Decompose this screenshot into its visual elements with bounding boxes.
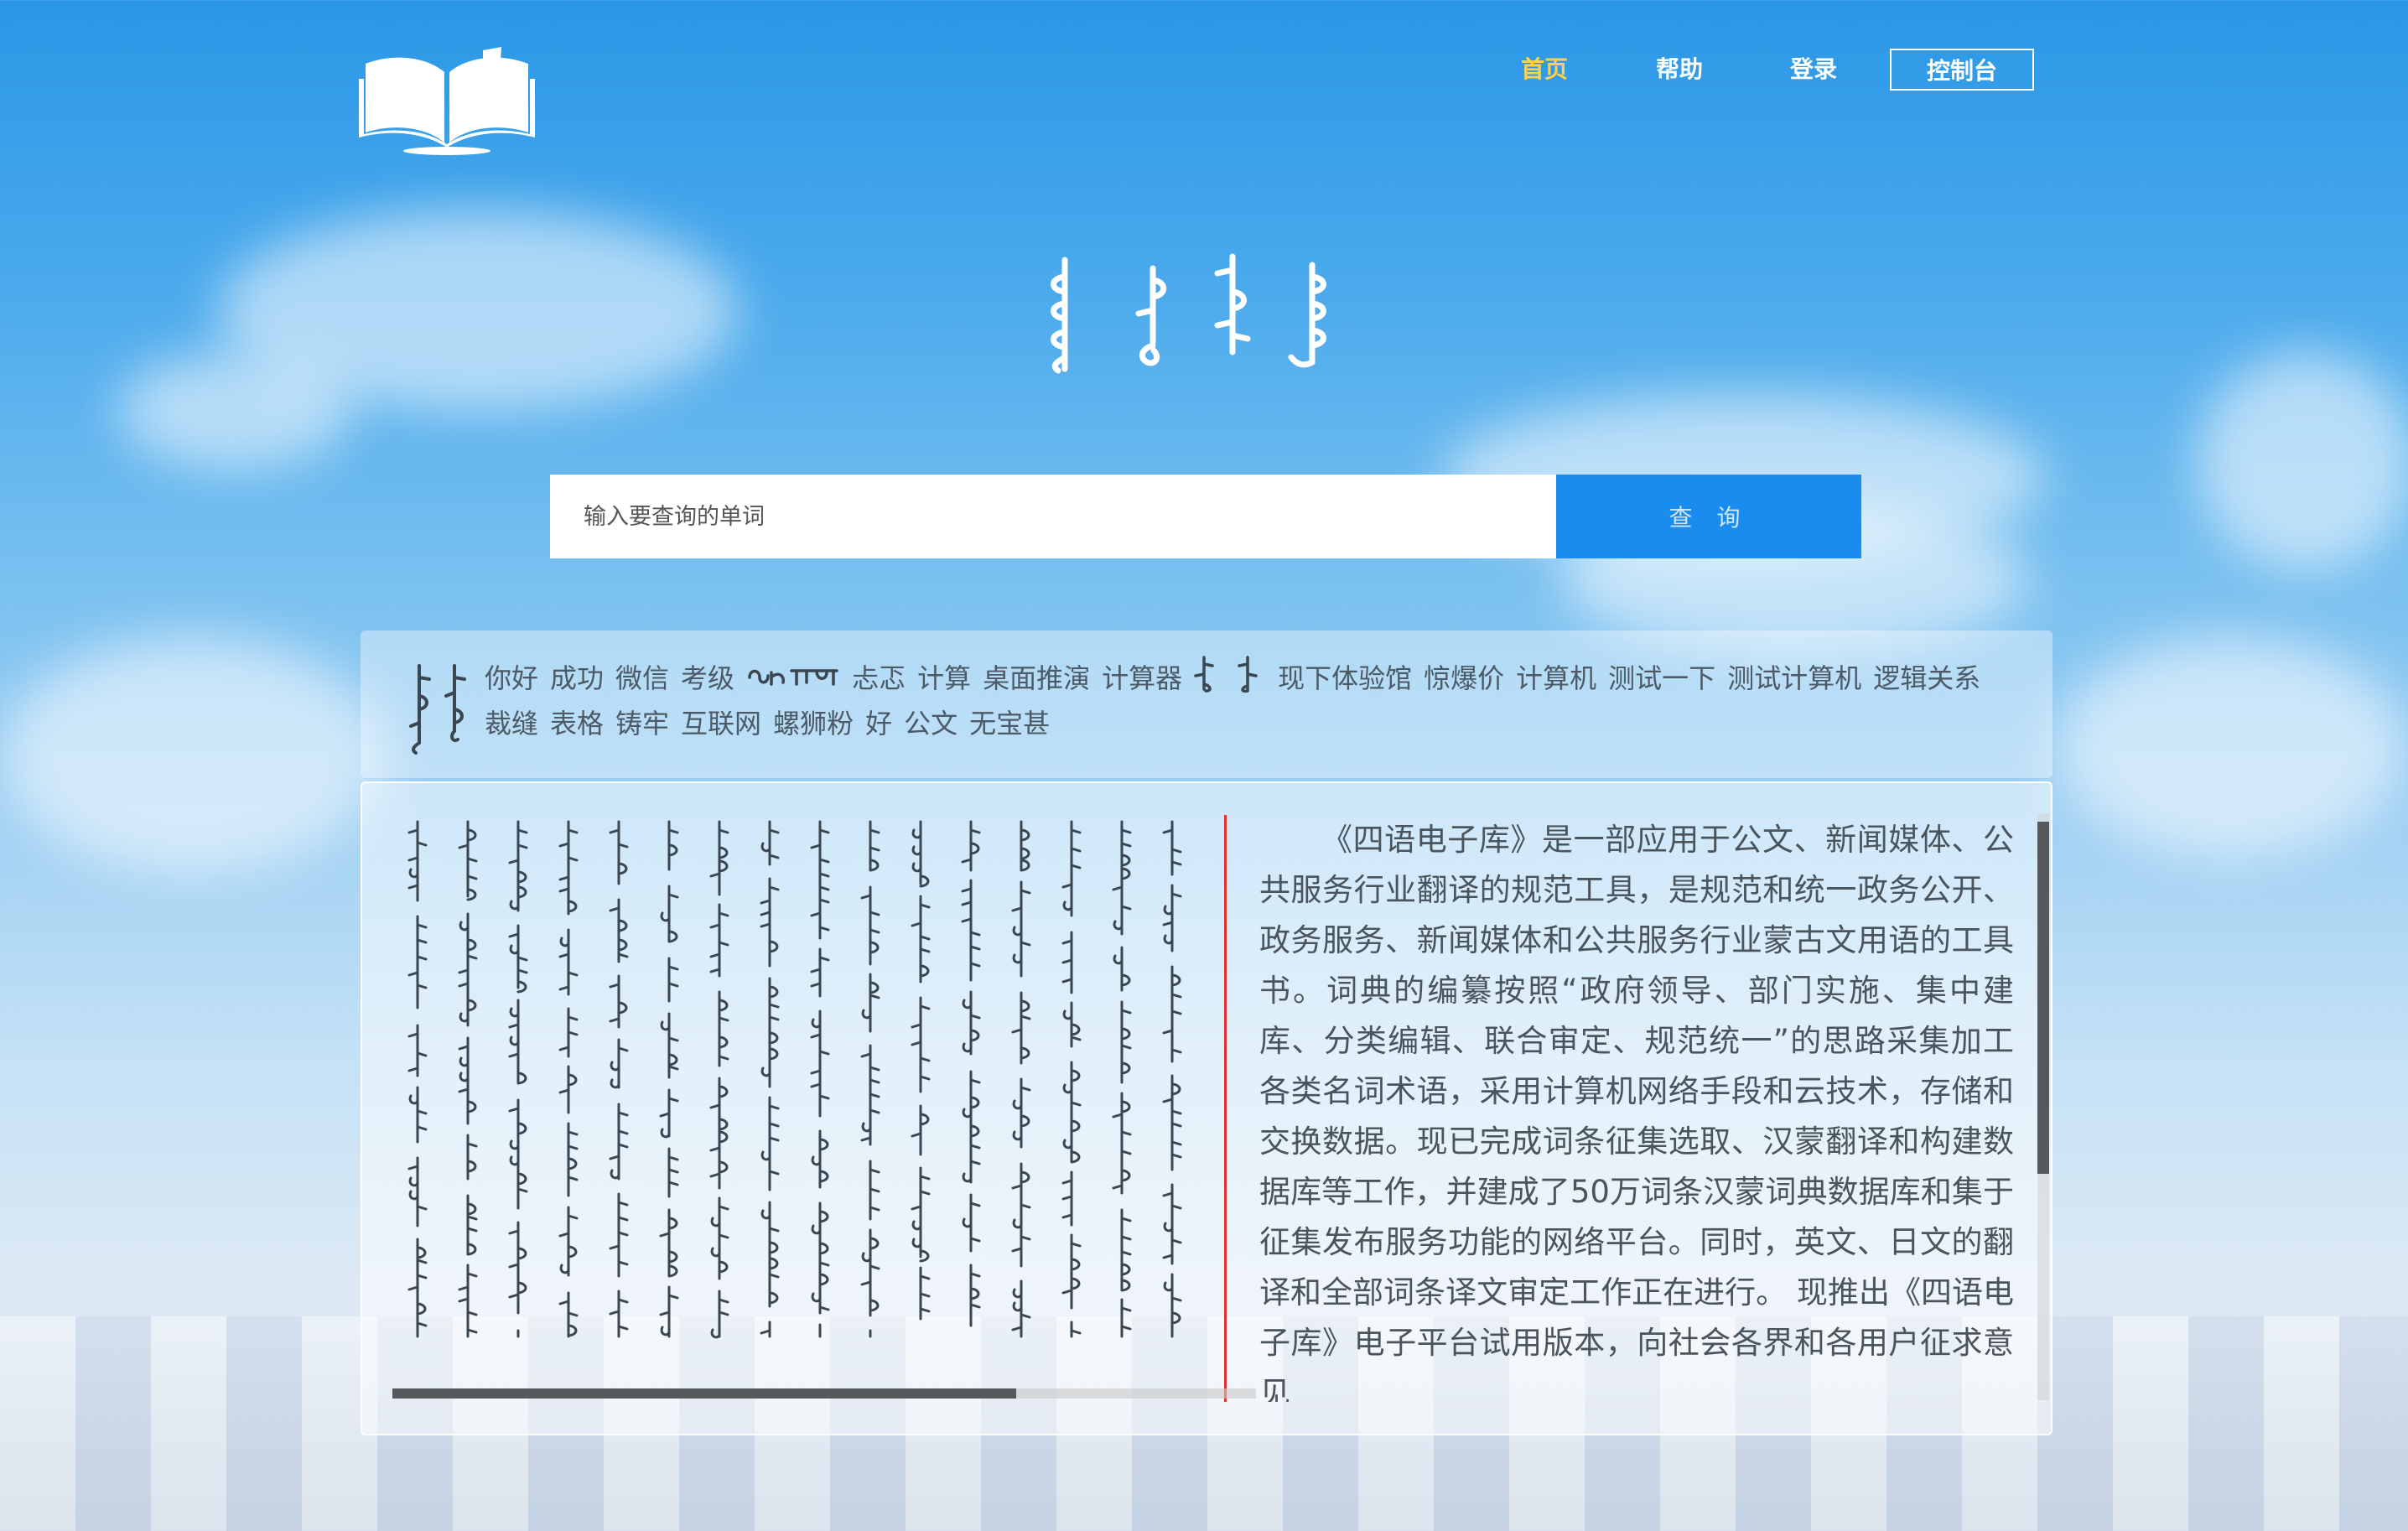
hot-word-link[interactable]: 考级 bbox=[681, 662, 734, 694]
mongolian-text-column bbox=[458, 820, 478, 1338]
hot-words-label-mongolian bbox=[406, 662, 473, 755]
vertical-scrollbar[interactable] bbox=[2037, 813, 2049, 1400]
hot-word-link[interactable]: 惊爆价 bbox=[1424, 662, 1504, 694]
mongolian-script-strokes bbox=[860, 820, 880, 1338]
hot-word-link[interactable]: 微信 bbox=[615, 662, 669, 694]
hot-word-link[interactable]: 成功 bbox=[550, 662, 604, 694]
hot-word-link[interactable]: 公文 bbox=[904, 708, 957, 740]
mongolian-script-strokes bbox=[458, 820, 478, 1338]
hot-word-link[interactable]: 测试计算机 bbox=[1727, 662, 1861, 694]
mongolian-script-strokes bbox=[1162, 820, 1182, 1338]
top-navigation: 首页 帮助 登录 控制台 bbox=[0, 49, 2408, 92]
horizontal-scrollbar[interactable] bbox=[392, 1388, 1256, 1399]
background-cloud bbox=[0, 637, 386, 872]
mongolian-script-strokes bbox=[1112, 820, 1132, 1338]
hot-word-mongolian-link[interactable] bbox=[1194, 656, 1266, 703]
mongolian-script-strokes bbox=[1061, 820, 1082, 1338]
mongolian-script-strokes bbox=[911, 820, 931, 1321]
background-cloud bbox=[2054, 637, 2406, 855]
hot-word-link[interactable]: 表格 bbox=[550, 708, 604, 740]
mongolian-text-column bbox=[810, 820, 830, 1338]
mongolian-text-column bbox=[760, 820, 780, 1338]
hot-word-link[interactable]: 无宝甚 bbox=[969, 708, 1050, 740]
introduction-panel: 《四语电子库》是一部应用于公文、新闻媒体、公共服务行业翻译的规范工具，是规范和统… bbox=[361, 781, 2053, 1435]
nav-home-link[interactable]: 首页 bbox=[1521, 49, 1568, 91]
vertical-scrollbar-thumb[interactable] bbox=[2037, 822, 2049, 1174]
mongolian-text-column bbox=[1011, 820, 1031, 1338]
mongolian-text-column bbox=[609, 820, 629, 1338]
mongolian-text-column bbox=[558, 820, 579, 1338]
nav-login-link[interactable]: 登录 bbox=[1790, 49, 1837, 91]
intro-mongolian-script-text bbox=[391, 813, 1258, 1345]
mongolian-script-strokes bbox=[609, 820, 629, 1338]
mongolian-text-column bbox=[961, 820, 981, 1327]
mongolian-text-column bbox=[407, 820, 428, 1338]
hot-word-link[interactable]: 互联网 bbox=[681, 708, 761, 740]
hot-word-link[interactable]: 桌面推演 bbox=[983, 662, 1090, 694]
mongolian-text-column bbox=[508, 820, 528, 1338]
mongolian-script-strokes bbox=[709, 820, 729, 1339]
hot-words-list: 你好 成功 微信 考级 忐忑 计算 桌面推演 计算器 现下体验馆 惊爆价 计算机 测试一下 测试计算机逻… bbox=[485, 656, 2027, 744]
hot-word-link[interactable]: 好 bbox=[865, 708, 892, 740]
mongolian-text-column bbox=[709, 820, 729, 1339]
hot-word-link[interactable]: 你好 bbox=[485, 662, 538, 694]
hot-word-link[interactable]: 铸牢 bbox=[615, 708, 669, 740]
mongolian-text-column bbox=[1061, 820, 1082, 1338]
hot-word-link[interactable]: 计算机 bbox=[1516, 662, 1596, 694]
background-cloud bbox=[117, 352, 352, 470]
nav-console-button[interactable]: 控制台 bbox=[1890, 49, 2034, 91]
hot-word-link[interactable]: 螺狮粉 bbox=[773, 708, 854, 740]
hot-word-link[interactable]: 裁缝 bbox=[485, 708, 538, 740]
hot-word-link[interactable]: 逻辑关系 bbox=[1873, 662, 1980, 694]
hot-word-link[interactable]: 现下体验馆 bbox=[1278, 662, 1412, 694]
mongolian-script-strokes bbox=[1011, 820, 1031, 1338]
mongolian-script-strokes bbox=[558, 820, 579, 1338]
mongolian-script-strokes bbox=[508, 820, 528, 1338]
hot-word-link[interactable]: 忐忑 bbox=[852, 662, 906, 694]
mongolian-text-column bbox=[911, 820, 931, 1321]
hot-word-link[interactable]: 计算 bbox=[917, 662, 971, 694]
background-cloud bbox=[2197, 352, 2408, 570]
hot-word-mongolian-link[interactable] bbox=[746, 660, 840, 700]
mongolian-text-column bbox=[1162, 820, 1182, 1338]
mongolian-script-strokes bbox=[760, 820, 780, 1338]
search-button[interactable]: 查 询 bbox=[1556, 475, 1861, 558]
column-divider bbox=[1224, 815, 1227, 1402]
horizontal-scrollbar-thumb[interactable] bbox=[392, 1388, 1016, 1399]
hot-word-link[interactable]: 测试一下 bbox=[1608, 662, 1715, 694]
nav-help-link[interactable]: 帮助 bbox=[1656, 49, 1703, 91]
mongolian-script-strokes bbox=[961, 820, 981, 1327]
hot-word-link[interactable]: 计算器 bbox=[1102, 662, 1182, 694]
mongolian-script-strokes bbox=[659, 820, 679, 1338]
site-title-mongolian-script bbox=[1040, 252, 1375, 377]
intro-chinese-text: 《四语电子库》是一部应用于公文、新闻媒体、公共服务行业翻译的规范工具，是规范和统… bbox=[1259, 822, 2014, 1402]
search-input[interactable] bbox=[550, 475, 1556, 558]
mongolian-text-column bbox=[860, 820, 880, 1338]
mongolian-script-strokes bbox=[810, 820, 830, 1338]
mongolian-text-column bbox=[659, 820, 679, 1338]
mongolian-text-column bbox=[1112, 820, 1132, 1338]
mongolian-script-strokes bbox=[407, 820, 428, 1338]
hot-words-panel: 你好 成功 微信 考级 忐忑 计算 桌面推演 计算器 现下体验馆 惊爆价 计算机 测试一下 测试计算机逻… bbox=[361, 631, 2053, 778]
